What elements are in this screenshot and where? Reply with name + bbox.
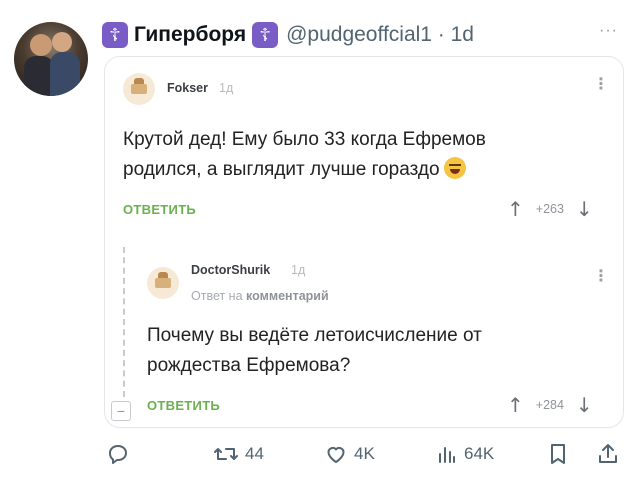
tweet-actions: 44 4K 64K xyxy=(0,440,640,470)
laughing-emoji-icon xyxy=(443,157,466,179)
orthodox-cross-icon: ☦ xyxy=(252,22,279,48)
view-count: 64K xyxy=(464,444,495,463)
like-count: 4K xyxy=(354,444,375,463)
reply-context: Ответ на комментарий xyxy=(191,289,329,303)
bookmark-icon xyxy=(551,444,565,464)
reply-button: ОТВЕТИТЬ xyxy=(147,398,221,413)
reply-action[interactable] xyxy=(106,442,136,466)
share-icon xyxy=(599,444,617,463)
upvote-icon: ↑ xyxy=(507,197,524,221)
reply-icon xyxy=(109,445,127,464)
comment-username: Fokser xyxy=(167,81,208,95)
avatar-face xyxy=(52,32,72,52)
analytics-icon xyxy=(439,447,455,463)
commenter-avatar xyxy=(123,73,155,105)
vote-controls: ↑ +263 ↓ xyxy=(507,197,593,221)
embedded-screenshot[interactable]: Fokser 1д ⋮ Крутой дед! Ему было 33 когд… xyxy=(104,56,624,428)
display-name[interactable]: Гиперборя xyxy=(134,23,246,47)
downvote-icon: ↓ xyxy=(575,393,593,417)
avatar-face xyxy=(30,34,52,56)
collapse-thread-icon: − xyxy=(111,401,131,421)
comment-text: Крутой дед! Ему было 33 когда Ефремов ро… xyxy=(123,129,486,180)
retweet-action[interactable]: 44 xyxy=(213,442,264,466)
views-action[interactable]: 64K xyxy=(436,442,494,466)
author-avatar[interactable] xyxy=(14,22,88,96)
thread-line xyxy=(123,247,125,397)
vote-count: +263 xyxy=(535,202,564,216)
avatar-figure xyxy=(50,52,80,96)
more-options-icon[interactable]: ··· xyxy=(599,22,618,40)
bookmark-action[interactable] xyxy=(548,442,574,466)
orthodox-cross-icon: ☦ xyxy=(102,22,128,48)
tweet-header: ☦ Гиперборя ☦ @pudgeoffcial1 · 1d xyxy=(102,20,474,50)
kebab-menu-icon: ⋮ xyxy=(593,268,609,285)
comment-username: DoctorShurik xyxy=(191,263,271,277)
reply-button: ОТВЕТИТЬ xyxy=(123,202,197,217)
handle-and-time[interactable]: @pudgeoffcial1 · 1d xyxy=(286,23,474,47)
comment-time: 1д xyxy=(291,263,306,277)
vote-controls: ↑ +284 ↓ xyxy=(507,393,593,417)
comment-text: Почему вы ведёте летоисчисление от рожде… xyxy=(147,325,482,376)
downvote-icon: ↓ xyxy=(575,197,593,221)
commenter-avatar xyxy=(147,267,179,299)
share-action[interactable] xyxy=(596,442,626,466)
kebab-menu-icon: ⋮ xyxy=(593,76,609,93)
heart-icon xyxy=(327,446,345,463)
comment-time: 1д xyxy=(219,81,234,95)
retweet-icon xyxy=(214,448,238,460)
upvote-icon: ↑ xyxy=(507,393,524,417)
like-action[interactable]: 4K xyxy=(324,442,375,466)
vote-count: +284 xyxy=(535,398,564,412)
retweet-count: 44 xyxy=(245,444,264,463)
